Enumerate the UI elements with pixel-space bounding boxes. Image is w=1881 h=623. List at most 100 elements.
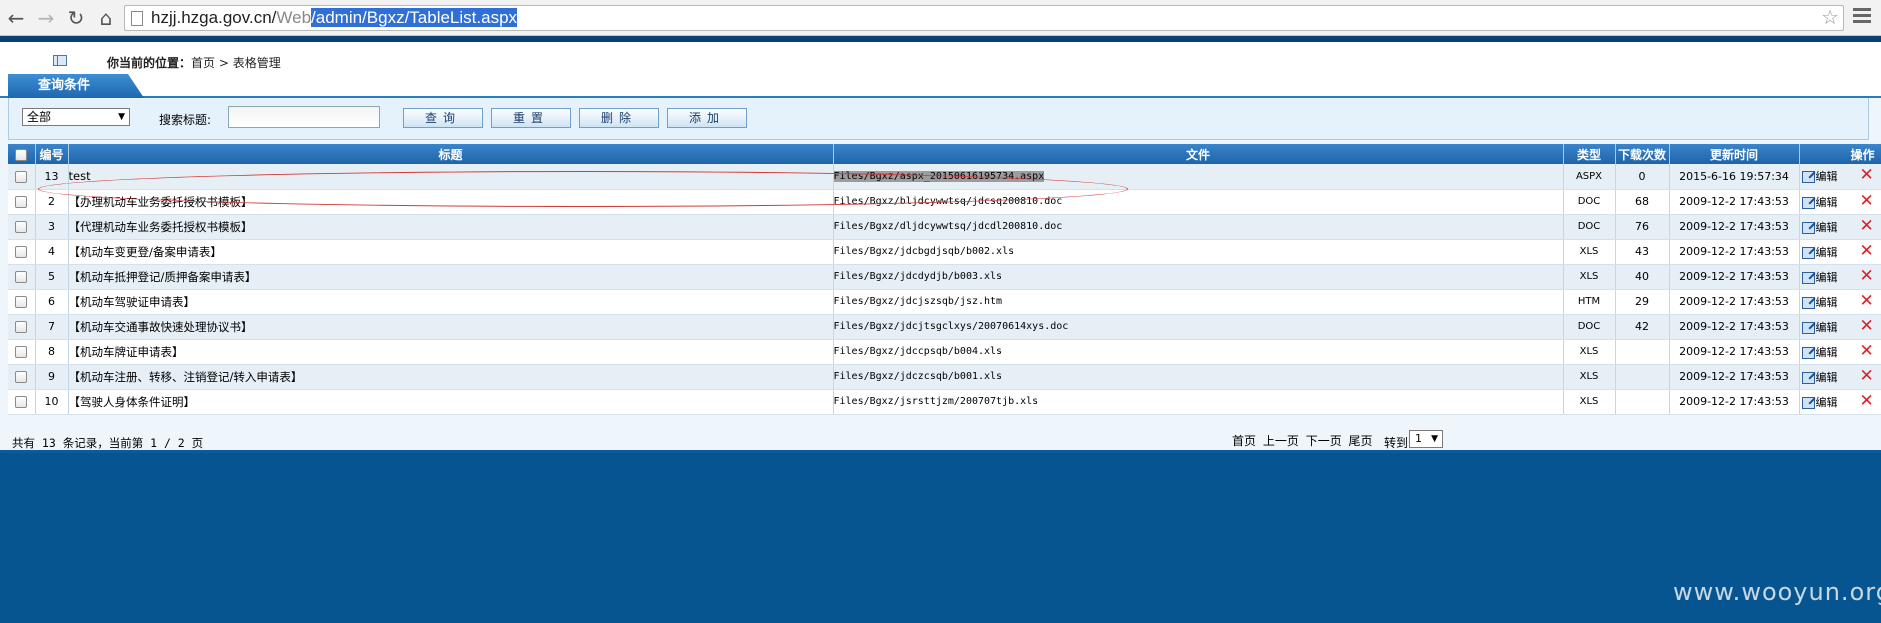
file-path[interactable]: Files/Bgxz/jdczcsqb/b001.xls bbox=[834, 371, 1003, 382]
cell-title: 【机动车交通事故快速处理协议书】 bbox=[68, 314, 834, 340]
edit-icon[interactable] bbox=[1801, 271, 1815, 284]
cell-type: XLS bbox=[1563, 339, 1616, 365]
edit-icon[interactable] bbox=[1801, 346, 1815, 359]
cell-updated: 2009-12-2 17:43:53 bbox=[1669, 239, 1800, 265]
file-path[interactable]: Files/Bgxz/jsrsttjzm/200707tjb.xls bbox=[834, 396, 1039, 407]
category-select[interactable]: 全部 ▼ bbox=[22, 108, 130, 126]
goto-page-select[interactable]: 1 ▼ bbox=[1409, 430, 1443, 448]
pager-first[interactable]: 首页 bbox=[1232, 434, 1256, 448]
watermark: www.wooyun.org bbox=[1673, 578, 1881, 606]
row-select-cell bbox=[8, 264, 36, 290]
edit-icon[interactable] bbox=[1801, 296, 1815, 309]
cell-title: 【机动车驾驶证申请表】 bbox=[68, 289, 834, 315]
row-checkbox[interactable] bbox=[15, 321, 28, 333]
pager-last[interactable]: 尾页 bbox=[1349, 434, 1373, 448]
row-select-cell bbox=[8, 364, 36, 390]
breadcrumb-home[interactable]: 首页 bbox=[191, 56, 215, 70]
toggle-sidebar-icon[interactable] bbox=[53, 55, 67, 66]
edit-link[interactable]: 编辑 bbox=[1816, 371, 1838, 384]
row-checkbox[interactable] bbox=[15, 396, 28, 408]
edit-link[interactable]: 编辑 bbox=[1816, 396, 1838, 409]
edit-link[interactable]: 编辑 bbox=[1816, 271, 1838, 284]
add-button[interactable]: 添加 bbox=[667, 108, 747, 128]
edit-link[interactable]: 编辑 bbox=[1816, 170, 1838, 183]
edit-link[interactable]: 编辑 bbox=[1816, 221, 1838, 234]
delete-icon[interactable]: ✕ bbox=[1860, 316, 1874, 336]
cell-type: XLS bbox=[1563, 264, 1616, 290]
delete-icon[interactable]: ✕ bbox=[1860, 266, 1874, 286]
tab-query-conditions[interactable]: 查询条件 bbox=[8, 74, 144, 98]
reload-icon[interactable]: ↻ bbox=[64, 6, 88, 30]
row-checkbox[interactable] bbox=[15, 371, 28, 383]
table-row: 8 【机动车牌证申请表】 Files/Bgxz/jdccpsqb/b004.xls X… bbox=[8, 339, 1881, 365]
row-checkbox[interactable] bbox=[15, 346, 28, 358]
edit-link[interactable]: 编辑 bbox=[1816, 196, 1838, 209]
delete-icon[interactable]: ✕ bbox=[1860, 165, 1874, 185]
edit-link[interactable]: 编辑 bbox=[1816, 246, 1838, 259]
cell-file: Files/Bgxz/aspx_20150616195734.aspx bbox=[833, 164, 1564, 190]
edit-link[interactable]: 编辑 bbox=[1816, 321, 1838, 334]
edit-icon[interactable] bbox=[1801, 396, 1815, 409]
row-checkbox[interactable] bbox=[15, 296, 28, 308]
delete-icon[interactable]: ✕ bbox=[1860, 391, 1874, 411]
page-icon bbox=[131, 11, 143, 26]
cell-id: 10 bbox=[35, 389, 69, 415]
delete-icon[interactable]: ✕ bbox=[1860, 241, 1874, 261]
file-path[interactable]: Files/Bgxz/jdcjtsgclxys/20070614xys.doc bbox=[834, 321, 1069, 332]
back-icon[interactable]: ← bbox=[4, 6, 28, 30]
edit-icon[interactable] bbox=[1801, 221, 1815, 234]
search-input[interactable] bbox=[228, 106, 380, 128]
bookmark-star-icon[interactable]: ☆ bbox=[1821, 5, 1839, 29]
home-icon[interactable]: ⌂ bbox=[94, 6, 118, 30]
cell-downloads: 76 bbox=[1615, 214, 1670, 240]
file-table: 编号 标题 文件 类型 下载次数 更新时间 操作 13 test Files/Bgx… bbox=[8, 144, 1881, 415]
edit-icon[interactable] bbox=[1801, 371, 1815, 384]
search-label: 搜索标题: bbox=[159, 113, 212, 127]
row-select-cell bbox=[8, 314, 36, 340]
file-path[interactable]: Files/Bgxz/jdcjszsqb/jsz.htm bbox=[834, 296, 1003, 307]
edit-icon[interactable] bbox=[1801, 246, 1815, 259]
file-path[interactable]: Files/Bgxz/aspx_20150616195734.aspx bbox=[833, 170, 1045, 182]
delete-icon[interactable]: ✕ bbox=[1860, 191, 1874, 211]
file-path[interactable]: Files/Bgxz/bljdcywwtsq/jdcsq200810.doc bbox=[834, 196, 1063, 207]
cell-type: XLS bbox=[1563, 389, 1616, 415]
cell-title: test bbox=[68, 164, 834, 190]
row-checkbox[interactable] bbox=[15, 221, 28, 233]
row-checkbox[interactable] bbox=[15, 271, 28, 283]
delete-icon[interactable]: ✕ bbox=[1860, 216, 1874, 236]
file-path[interactable]: Files/Bgxz/jdcbgdjsqb/b002.xls bbox=[834, 246, 1015, 257]
table-header-row: 编号 标题 文件 类型 下载次数 更新时间 操作 bbox=[8, 144, 1881, 164]
file-path[interactable]: Files/Bgxz/jdcdydjb/b003.xls bbox=[834, 271, 1003, 282]
delete-icon[interactable]: ✕ bbox=[1860, 341, 1874, 361]
edit-icon[interactable] bbox=[1801, 196, 1815, 209]
cell-updated: 2009-12-2 17:43:53 bbox=[1669, 189, 1800, 215]
row-select-cell bbox=[8, 239, 36, 265]
row-checkbox[interactable] bbox=[15, 246, 28, 258]
file-path[interactable]: Files/Bgxz/dljdcywwtsq/jdcdl200810.doc bbox=[834, 221, 1063, 232]
edit-icon[interactable] bbox=[1801, 321, 1815, 334]
pager-prev[interactable]: 上一页 bbox=[1263, 434, 1299, 448]
menu-icon[interactable] bbox=[1853, 8, 1871, 26]
table-row: 2 【办理机动车业务委托授权书模板】 Files/Bgxz/bljdcywwtsq/… bbox=[8, 189, 1881, 215]
cell-actions: 编辑 ✕ bbox=[1799, 264, 1881, 290]
cell-id: 4 bbox=[35, 239, 69, 265]
address-bar[interactable]: hzjj.hzga.gov.cn/Web/admin/Bgxz/TableLis… bbox=[124, 5, 1844, 31]
header-title: 标题 bbox=[68, 144, 834, 164]
file-path[interactable]: Files/Bgxz/jdccpsqb/b004.xls bbox=[834, 346, 1003, 357]
row-checkbox[interactable] bbox=[15, 170, 28, 183]
edit-icon[interactable] bbox=[1801, 171, 1815, 184]
delete-icon[interactable]: ✕ bbox=[1860, 291, 1874, 311]
edit-link[interactable]: 编辑 bbox=[1816, 346, 1838, 359]
reset-button[interactable]: 重置 bbox=[491, 108, 571, 128]
query-button[interactable]: 查询 bbox=[403, 108, 483, 128]
edit-link[interactable]: 编辑 bbox=[1816, 296, 1838, 309]
forward-icon[interactable]: → bbox=[34, 6, 58, 30]
header-type: 类型 bbox=[1563, 144, 1616, 164]
pager-next[interactable]: 下一页 bbox=[1306, 434, 1342, 448]
delete-icon[interactable]: ✕ bbox=[1860, 366, 1874, 386]
cell-updated: 2009-12-2 17:43:53 bbox=[1669, 264, 1800, 290]
delete-button[interactable]: 删除 bbox=[579, 108, 659, 128]
row-checkbox[interactable] bbox=[15, 196, 28, 208]
row-select-cell bbox=[8, 389, 36, 415]
select-all-checkbox[interactable] bbox=[15, 148, 28, 161]
